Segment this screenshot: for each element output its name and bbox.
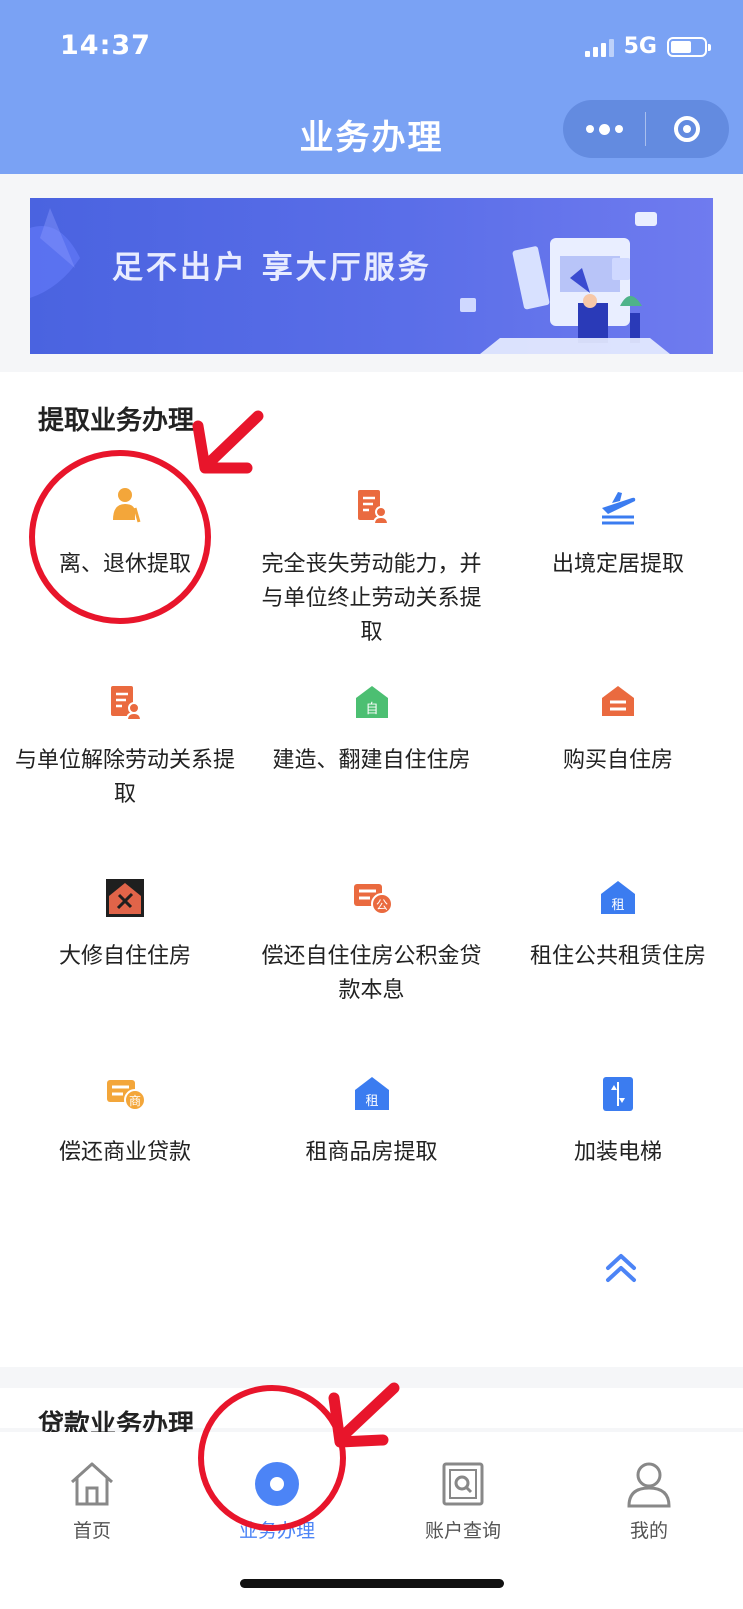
service-tile-label: 与单位解除劳动关系提取 — [14, 748, 235, 807]
loan-section: 贷款业务办理 — [0, 1388, 743, 1440]
banner-slogan: 足不出户 享大厅服务 — [112, 250, 432, 286]
service-tile-label: 出境定居提取 — [551, 552, 684, 577]
document-person-icon — [352, 486, 392, 526]
user-icon — [627, 1462, 671, 1508]
elevator-icon — [598, 1074, 638, 1114]
tab-home[interactable]: 首页 — [32, 1460, 152, 1543]
tab-bar: 首页 业务办理 账户查询 我的 — [0, 1432, 743, 1609]
service-tile-label: 偿还自住住房公积金贷款本息 — [261, 944, 482, 1003]
battery-icon — [667, 36, 711, 57]
withdraw-section-title: 提取业务办理 — [38, 406, 195, 436]
promo-banner[interactable]: 足不出户 享大厅服务 — [30, 198, 713, 354]
svg-text:公: 公 — [375, 898, 387, 912]
service-grid-row: 离、退休提取 完全丧失劳动能力，并与单位终止劳动关系提取 出境定居提取 — [0, 468, 743, 664]
tab-me[interactable]: 我的 — [589, 1460, 709, 1543]
service-tile[interactable]: 商偿还商业贷款 — [0, 1056, 250, 1252]
service-tile-label: 加装电梯 — [573, 1140, 662, 1165]
service-tile[interactable]: 出境定居提取 — [493, 468, 743, 664]
service-tile[interactable]: 离、退休提取 — [0, 468, 250, 664]
service-tile[interactable]: 公偿还自住住房公积金贷款本息 — [250, 860, 493, 1056]
more-menu-button[interactable] — [563, 100, 645, 158]
tab-business-label: 业务办理 — [238, 1520, 315, 1542]
service-tile[interactable]: 租租商品房提取 — [250, 1056, 493, 1252]
withdraw-service-grid: 离、退休提取 完全丧失劳动能力，并与单位终止劳动关系提取 出境定居提取与单位解除劳动… — [0, 468, 743, 1252]
tab-me-label: 我的 — [629, 1520, 668, 1542]
business-icon — [255, 1462, 299, 1506]
service-grid-row: 大修自住住房公偿还自住住房公积金贷款本息租租住公共租赁住房 — [0, 860, 743, 1056]
status-indicators: 5G — [584, 34, 711, 59]
collapse-up-icon[interactable] — [604, 1250, 638, 1284]
service-tile-label: 离、退休提取 — [58, 552, 191, 577]
service-grid-row: 商偿还商业贷款租租商品房提取 加装电梯 — [0, 1056, 743, 1252]
svg-text:租: 租 — [611, 898, 624, 913]
more-dots-icon — [585, 125, 594, 133]
network-type: 5G — [623, 34, 657, 59]
house-rent-icon: 租 — [352, 1074, 392, 1114]
service-tile-label: 偿还商业贷款 — [58, 1140, 191, 1165]
service-tile[interactable]: 与单位解除劳动关系提取 — [0, 664, 250, 860]
svg-text:商: 商 — [129, 1093, 141, 1108]
nav-bar: 业务办理 — [0, 96, 743, 174]
tab-business[interactable]: 业务办理 — [217, 1460, 337, 1543]
service-tile[interactable]: 完全丧失劳动能力，并与单位终止劳动关系提取 — [250, 468, 493, 664]
target-close-icon — [674, 116, 700, 142]
signal-icon — [584, 37, 614, 57]
home-icon — [70, 1462, 114, 1506]
house-self-icon: 自 — [352, 682, 392, 722]
service-tile-label: 租商品房提取 — [305, 1140, 438, 1165]
service-tile[interactable]: 购买自住房 — [493, 664, 743, 860]
tab-account-query-label: 账户查询 — [424, 1520, 501, 1542]
service-grid-row: 与单位解除劳动关系提取自建造、翻建自住住房 购买自住房 — [0, 664, 743, 860]
status-time: 14:37 — [60, 30, 151, 61]
miniprogram-capsule — [563, 100, 729, 158]
withdraw-section: 提取业务办理 离、退休提取 完全丧失劳动能力，并与单位终止劳动关系提取 出境定居提取… — [0, 372, 743, 1367]
service-tile-label: 租住公共租赁住房 — [529, 944, 706, 969]
house-buy-icon — [598, 682, 638, 722]
service-tile[interactable]: 租租住公共租赁住房 — [493, 860, 743, 1056]
house-repair-icon — [105, 878, 145, 918]
tab-home-label: 首页 — [72, 1520, 111, 1542]
loan-commercial-icon: 商 — [105, 1074, 145, 1114]
status-bar: 14:37 5G — [0, 0, 743, 96]
service-tile[interactable]: 大修自住住房 — [0, 860, 250, 1056]
retiree-icon — [105, 486, 145, 526]
account-query-icon — [442, 1462, 484, 1506]
service-tile[interactable]: 自建造、翻建自住住房 — [250, 664, 493, 860]
svg-text:自: 自 — [365, 702, 378, 717]
house-rent-icon: 租 — [598, 878, 638, 918]
service-tile[interactable]: 加装电梯 — [493, 1056, 743, 1252]
close-miniprogram-button[interactable] — [646, 100, 728, 158]
document-person-icon — [105, 682, 145, 722]
service-tile-label: 建造、翻建自住住房 — [272, 748, 471, 773]
home-indicator — [240, 1579, 504, 1588]
tab-account-query[interactable]: 账户查询 — [403, 1460, 523, 1543]
service-tile-label: 购买自住房 — [562, 748, 673, 773]
loan-fund-icon: 公 — [352, 878, 392, 918]
svg-text:租: 租 — [365, 1094, 378, 1109]
service-tile-label: 大修自住住房 — [58, 944, 191, 969]
airplane-departure-icon — [598, 486, 638, 526]
service-tile-label: 完全丧失劳动能力，并与单位终止劳动关系提取 — [261, 552, 482, 645]
